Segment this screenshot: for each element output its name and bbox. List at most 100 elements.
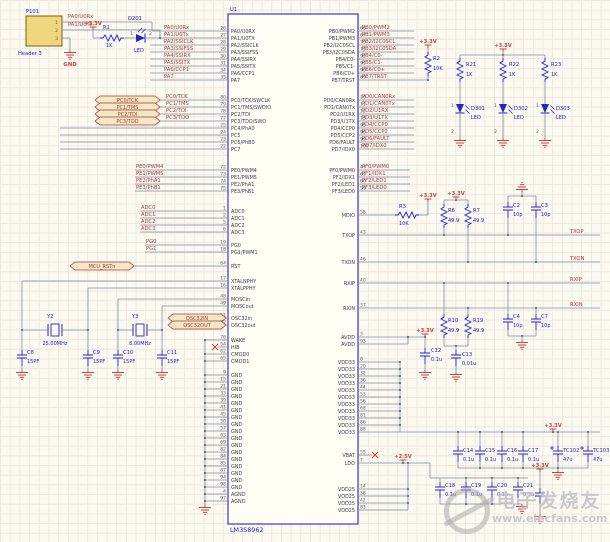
pin-name: MDIO (342, 213, 355, 219)
net-label: PB1/PWM3 (362, 32, 390, 38)
resistor-R1[interactable] (100, 35, 124, 41)
pin-number: 28 (220, 40, 226, 46)
junction-dot (204, 437, 206, 439)
net-label: PD1/CAN0Tx (362, 101, 395, 107)
net-label: PE2/PhA1 (136, 178, 161, 184)
cap-value: 15PF (93, 359, 105, 365)
pin-number: 78 (220, 109, 226, 115)
cap-ref: C2 (513, 203, 520, 209)
net-label: PB6/C0+ (362, 67, 385, 73)
resistor-R23[interactable] (542, 58, 548, 82)
pin-number: 43 (360, 230, 366, 236)
cap-ref: C13 (462, 352, 472, 358)
cap-value: 0.1u (471, 492, 482, 498)
cap-value: 47u (563, 457, 573, 463)
pin-number: 23 (220, 137, 226, 143)
pin-number: 64 (220, 261, 226, 267)
pin-name: ADC2 (231, 223, 245, 229)
resistor-R21[interactable] (457, 58, 463, 82)
pin-name: PD0/CAN0Rx (324, 98, 355, 104)
pin-number: 68 (360, 406, 366, 412)
resistor-R2[interactable] (425, 52, 431, 76)
cap-ref: C12 (431, 348, 441, 354)
resistor-ref: R23 (551, 62, 561, 68)
cap-value: 10p (541, 212, 551, 218)
pin-number: 79 (220, 102, 226, 108)
pin-name: VDD33 (338, 395, 355, 401)
pin-name: PB4/C0- (336, 57, 356, 63)
junction-dot (399, 368, 401, 370)
port-label: OSC32OUT (183, 323, 212, 329)
pin-name: GND (231, 387, 242, 393)
pin-name: PB3/I2C0SDA (323, 50, 356, 56)
crystal-Y2[interactable] (51, 324, 59, 336)
pin-name: GND (231, 429, 242, 435)
cap-value: 10p (513, 212, 523, 218)
resistor-value: 1K (551, 72, 558, 78)
pin-name: PF1/IDX1 (333, 175, 355, 181)
led-D301[interactable] (456, 104, 464, 113)
pin-number: 29 (220, 47, 226, 53)
net-label: ADC3 (141, 226, 155, 232)
cap-value: 0.01u (462, 361, 476, 367)
junction-dot (204, 444, 206, 446)
resistor-value: 49.9 (448, 328, 459, 334)
resistor-R19[interactable] (465, 314, 471, 338)
crystal-value: 25.00MHz (42, 341, 67, 347)
pin-name: VDD33 (338, 367, 355, 373)
pin-number: 20 (360, 364, 366, 370)
pin-number: 55 (360, 450, 366, 456)
pin-name: PE1/PWM5 (231, 175, 257, 181)
led-D201[interactable] (136, 34, 145, 42)
pin-name: PB2/I2C0SCL (324, 43, 356, 49)
net-label: PE1/PWM5 (136, 171, 164, 177)
mcu-ic[interactable] (228, 14, 358, 524)
pin-name: GND (231, 478, 242, 484)
resistor-value: 10K (433, 66, 443, 72)
net-label: TXON (569, 256, 584, 262)
led-D303[interactable] (541, 104, 549, 113)
net-label: RXIN (570, 302, 583, 308)
junction-dot (204, 465, 206, 467)
pin-name: AVDD (341, 342, 355, 348)
pin-name: PA6/CCP1 (231, 71, 255, 77)
junction-dot (399, 382, 401, 384)
resistor-R7[interactable] (465, 204, 471, 228)
cap-ref: C11 (167, 350, 177, 356)
junction-dot (204, 395, 206, 397)
cap-value: 15PF (123, 359, 135, 365)
net-label: PB4/C0- (362, 53, 383, 59)
pin-name: CMOD1 (231, 359, 249, 365)
pin-name: GND (231, 373, 242, 379)
junction-dot (399, 396, 401, 398)
pin-number: 24 (220, 130, 226, 136)
resistor-ref: R22 (509, 62, 519, 68)
junction-dot (204, 451, 206, 453)
resistor-R3[interactable] (395, 212, 419, 218)
resistor-R22[interactable] (500, 58, 506, 82)
resistor-R6[interactable] (441, 204, 447, 228)
pin-name: GND (231, 401, 242, 407)
pin-name: PC6/PhB0 (231, 140, 255, 146)
resistor-ref: R3 (399, 204, 406, 210)
crystal-Y3[interactable] (136, 324, 144, 336)
net-label: PE0/PWM4 (136, 164, 164, 170)
net-label: PE3/PhB1 (136, 185, 161, 191)
net-label: PD6/FAULT (362, 136, 390, 142)
net-label: ADC0 (141, 205, 155, 211)
led-ref: D302 (514, 106, 528, 112)
pin-name: PC4/PhA0 (231, 126, 255, 132)
cap-ref: C10 (123, 350, 133, 356)
junction-dot (427, 79, 429, 81)
pin-number: 85 (220, 461, 226, 467)
resistor-R10[interactable] (441, 314, 447, 338)
junction-dot (204, 486, 206, 488)
junction-dot (204, 416, 206, 418)
pin-number: 82 (220, 447, 226, 453)
led-D302[interactable] (499, 104, 507, 113)
pin-number: 14 (360, 484, 366, 490)
led-pin-number: 2 (451, 129, 454, 135)
junction-dot (204, 493, 206, 495)
junction-dot (491, 503, 493, 505)
pin-number: 80 (220, 95, 226, 101)
